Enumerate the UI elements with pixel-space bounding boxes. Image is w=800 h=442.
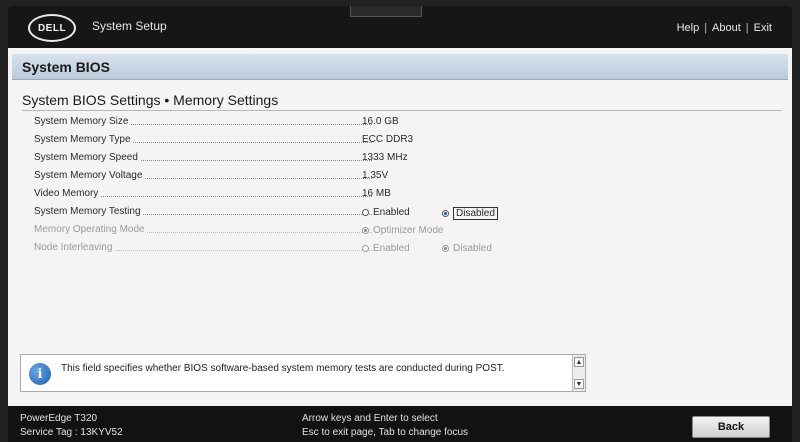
header-links: Help | About | Exit [676, 22, 772, 34]
radio-on-icon [442, 245, 449, 252]
row-operating-mode: Memory Operating Mode Optimizer Mode [34, 224, 774, 240]
row-label: System Memory Speed [34, 152, 140, 163]
scroll-up-arrow-icon[interactable]: ▲ [574, 357, 584, 367]
logo-text: DELL [37, 22, 67, 34]
radio-on-icon [442, 210, 449, 217]
main-panel: System BIOS System BIOS Settings • Memor… [8, 48, 792, 406]
dotted-leader [94, 124, 372, 125]
row-value: 16.0 GB [362, 116, 399, 127]
row-value: ECC DDR3 [362, 134, 414, 145]
radio-label: Disabled [453, 207, 498, 220]
hint-exit: Esc to exit page, Tab to change focus [302, 427, 469, 438]
row-memory-size: System Memory Size 16.0 GB [34, 116, 774, 132]
node-interleaving-disabled-radio: Disabled [442, 243, 492, 254]
help-panel: i This field specifies whether BIOS soft… [20, 354, 586, 392]
row-label: System Memory Voltage [34, 170, 145, 181]
row-node-interleaving: Node Interleaving Enabled Disabled [34, 242, 774, 258]
service-tag: Service Tag : 13KYV52 [20, 427, 123, 438]
info-icon: i [29, 363, 51, 385]
row-label: System Memory Size [34, 116, 131, 127]
radio-label: Enabled [373, 243, 410, 254]
scroll-down-arrow-icon[interactable]: ▼ [574, 379, 584, 389]
section-title: System BIOS [12, 54, 788, 80]
dotted-leader [94, 250, 372, 251]
page-title: System BIOS Settings • Memory Settings [22, 92, 279, 108]
operating-mode-optimizer-radio: Optimizer Mode [362, 225, 444, 236]
radio-label: Enabled [373, 207, 410, 218]
row-label: Memory Operating Mode [34, 224, 147, 235]
title-divider [22, 110, 782, 111]
row-label: Video Memory [34, 188, 101, 199]
row-memory-testing: System Memory Testing Enabled Disabled [34, 206, 774, 222]
radio-label: Disabled [453, 243, 492, 254]
about-link[interactable]: About [712, 22, 741, 34]
radio-label: Optimizer Mode [373, 225, 444, 236]
top-header: DELL System Setup Help | About | Exit [8, 6, 792, 48]
node-interleaving-enabled-radio: Enabled [362, 243, 410, 254]
system-info: PowerEdge T320 Service Tag : 13KYV52 [20, 412, 123, 440]
memory-testing-disabled-radio[interactable]: Disabled [442, 207, 498, 220]
row-label: System Memory Testing [34, 206, 143, 217]
footer-bar: PowerEdge T320 Service Tag : 13KYV52 Arr… [8, 406, 792, 442]
memory-testing-enabled-radio[interactable]: Enabled [362, 207, 410, 218]
dotted-leader [94, 142, 372, 143]
model-name: PowerEdge T320 [20, 413, 98, 424]
row-video-memory: Video Memory 16 MB [34, 188, 774, 204]
key-hints: Arrow keys and Enter to select Esc to ex… [302, 412, 468, 440]
radio-off-icon [362, 245, 369, 252]
help-scrollbar[interactable]: ▲ ▼ [572, 355, 585, 391]
row-value: 1.35V [362, 170, 389, 181]
help-link[interactable]: Help [677, 22, 700, 34]
radio-on-icon [362, 227, 369, 234]
row-label: System Memory Type [34, 134, 133, 145]
row-value: 1333 MHz [362, 152, 408, 163]
help-text: This field specifies whether BIOS softwa… [61, 363, 505, 374]
dotted-leader [94, 196, 372, 197]
bios-screen: DELL System Setup Help | About | Exit System… [0, 0, 800, 442]
app-title: System Setup [92, 19, 167, 33]
top-notch [350, 6, 422, 17]
hint-select: Arrow keys and Enter to select [302, 413, 438, 424]
back-button[interactable]: Back [692, 416, 770, 438]
radio-off-icon [362, 209, 369, 216]
row-value: 16 MB [362, 188, 391, 199]
dell-logo: DELL [28, 14, 76, 42]
row-memory-speed: System Memory Speed 1333 MHz [34, 152, 774, 168]
row-memory-voltage: System Memory Voltage 1.35V [34, 170, 774, 186]
exit-link[interactable]: Exit [754, 22, 772, 34]
row-label: Node Interleaving [34, 242, 115, 253]
row-memory-type: System Memory Type ECC DDR3 [34, 134, 774, 150]
